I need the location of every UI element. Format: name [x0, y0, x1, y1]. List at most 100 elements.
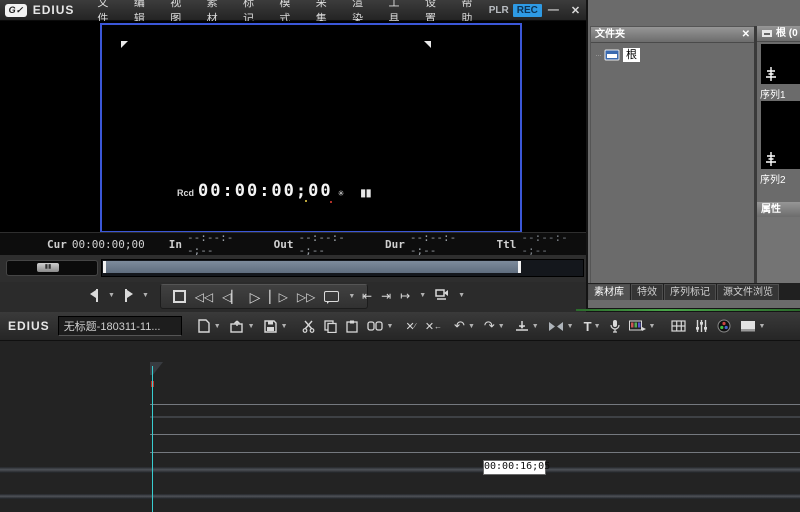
play-around-dropdown-icon[interactable]: ▼ [419, 292, 426, 299]
tab-source-browser[interactable]: 源文件浏览 [717, 284, 779, 300]
playhead-line[interactable] [152, 366, 153, 512]
shuttle-thumb[interactable]: ▮▮ [37, 263, 59, 272]
minimize-button[interactable]: — [542, 4, 565, 16]
grass-valley-logo-icon: G✓ [5, 4, 27, 17]
tab-sequence-markers[interactable]: 序列标记 [664, 284, 716, 300]
status-star-icon: ✳ [338, 189, 345, 198]
plr-mode-button[interactable]: PLR [489, 5, 509, 16]
clip-panel-header: 根 (0 [757, 26, 800, 42]
rcd-label: Rcd [177, 188, 194, 198]
corner-mark-right-icon [424, 41, 431, 48]
transport-bar: ▼ ▼ ◁◁ ◁▏ ▷ ▏▷ ▷▷ ▼ ⇤ ⇥ ↦ ▼ [0, 282, 586, 313]
goto-in-icon[interactable]: ⇤ [362, 290, 372, 302]
color-icon[interactable] [717, 319, 731, 333]
delete-icon[interactable]: ✕∕ [405, 320, 415, 333]
open-project-icon[interactable]: ▼ [230, 320, 255, 333]
properties-header: 属性 [757, 202, 800, 218]
track-group-divider[interactable] [0, 494, 800, 499]
project-title: 无标题-180311-11... [58, 316, 182, 336]
cur-label: Cur [47, 238, 67, 251]
folder-panel: 文件夹 ✕ ··· 根 [590, 26, 756, 285]
fast-forward-icon[interactable]: ▷▷ [297, 291, 315, 303]
paste-icon[interactable] [346, 320, 358, 333]
clip-panel-title: 根 (0 [776, 26, 798, 41]
sequence2-thumbnail[interactable] [761, 101, 800, 169]
lane-divider [150, 416, 800, 418]
bin-window: EDIUS T ▼ 文件夹 ✕ ··· 根 [588, 0, 800, 308]
voiceover-mic-icon[interactable] [610, 319, 620, 333]
ttl-label: Ttl [497, 238, 517, 251]
play-around-cursor-icon[interactable]: ↦ [400, 290, 410, 302]
stop-icon[interactable] [173, 290, 186, 303]
set-out-flag-icon[interactable] [124, 289, 133, 302]
root-folder-icon [604, 49, 620, 61]
duplicate-icon[interactable]: ▼ [367, 320, 394, 332]
new-sequence-icon[interactable]: ▼ [198, 319, 221, 333]
goto-out-icon[interactable]: ⇥ [381, 290, 391, 302]
monitor-icon[interactable]: ▼ [740, 320, 765, 332]
dur-label: Dur [385, 238, 405, 251]
tab-effects[interactable]: 特效 [631, 284, 663, 300]
ttl-value: --:--:--;-- [521, 231, 586, 257]
tab-library[interactable]: 素材库 [588, 284, 630, 300]
position-bar[interactable] [101, 259, 584, 277]
track-group-divider[interactable] [0, 467, 800, 473]
rewind-icon[interactable]: ◁◁ [195, 291, 213, 303]
copy-icon[interactable] [324, 320, 337, 333]
jump-controls: ⇤ ⇥ ↦ ▼ ▼ [362, 284, 465, 307]
next-frame-icon[interactable]: ▏▷ [269, 291, 287, 303]
loop-playback-icon[interactable] [324, 291, 339, 302]
folder-tree-row[interactable]: ··· 根 [595, 48, 755, 62]
save-project-icon[interactable]: ▼ [264, 320, 288, 333]
overlay-dot-red [330, 201, 332, 203]
undo-icon[interactable]: ↶▼ [454, 318, 475, 334]
ripple-delete-icon[interactable]: ✕← [425, 320, 442, 333]
export-dropdown-icon[interactable]: ▼ [458, 292, 465, 299]
overlay-dot-yellow [305, 200, 307, 202]
player-window: G✓ EDIUS 文件 编辑 视图 素材 标记 模式 采集 渲染 工具 设置 帮… [0, 0, 586, 312]
title-icon[interactable]: T▼ [584, 319, 601, 334]
folder-panel-title: 文件夹 [595, 27, 625, 42]
in-value: --:--:--;-- [187, 231, 252, 257]
player-brand: EDIUS [33, 3, 75, 17]
sequence1-label[interactable]: 序列1 [757, 86, 786, 101]
close-button[interactable]: ✕ [565, 4, 586, 17]
sequence1-thumbnail[interactable] [761, 44, 800, 84]
timeline-titlebar: EDIUS 无标题-180311-11... ▼ ▼ ▼ ▼ ✕∕ ✕← ↶▼ … [0, 312, 800, 341]
pause-indicator-icon: ▮▮ [360, 188, 371, 199]
position-bar-range[interactable] [103, 261, 521, 273]
razor-icon[interactable]: ▼ [515, 320, 539, 333]
player-timecode: 00:00:00;00 [198, 181, 333, 201]
redo-icon[interactable]: ↷▼ [484, 318, 505, 334]
set-out-dropdown-icon[interactable]: ▼ [142, 292, 149, 299]
cur-value: 00:00:00;00 [72, 238, 145, 251]
timeline-brand: EDIUS [8, 319, 50, 333]
player-menubar: G✓ EDIUS 文件 编辑 视图 素材 标记 模式 采集 渲染 工具 设置 帮… [0, 0, 586, 21]
set-in-flag-icon[interactable] [90, 289, 99, 302]
cut-icon[interactable] [302, 320, 315, 333]
bin-tabs: 素材库 特效 序列标记 源文件浏览 [588, 283, 800, 300]
dur-value: --:--:--;-- [410, 231, 475, 257]
playback-dropdown-icon[interactable]: ▼ [348, 293, 355, 300]
sequence2-label[interactable]: 序列2 [757, 171, 786, 186]
root-folder-label[interactable]: 根 [623, 48, 640, 62]
set-in-dropdown-icon[interactable]: ▼ [108, 292, 115, 299]
transition-icon[interactable]: ▼ [548, 321, 574, 332]
timecode-overlay: Rcd 00:00:00;00 ✳ ▮▮ [177, 181, 371, 201]
render-icon[interactable]: ▼ [629, 320, 656, 332]
folder-panel-close-icon[interactable]: ✕ [742, 27, 755, 42]
clip-header-folder-icon [761, 29, 773, 38]
sequence-glyph-icon [765, 66, 777, 82]
properties-body [757, 217, 800, 283]
play-icon[interactable]: ▷ [250, 290, 261, 304]
rec-mode-button[interactable]: REC [513, 4, 542, 17]
mixer-icon[interactable] [695, 319, 708, 333]
export-icon[interactable] [435, 288, 449, 303]
folder-panel-header: 文件夹 ✕ [591, 27, 755, 43]
prev-frame-icon[interactable]: ◁▏ [222, 291, 240, 303]
out-value: --:--:--;-- [298, 231, 363, 257]
corner-mark-left-icon [121, 41, 128, 48]
grid-icon[interactable] [671, 320, 686, 332]
shuttle-slider[interactable]: ▮▮ [6, 260, 98, 276]
clip-panel: 根 (0 序列1 序列2 属性 [757, 26, 800, 283]
